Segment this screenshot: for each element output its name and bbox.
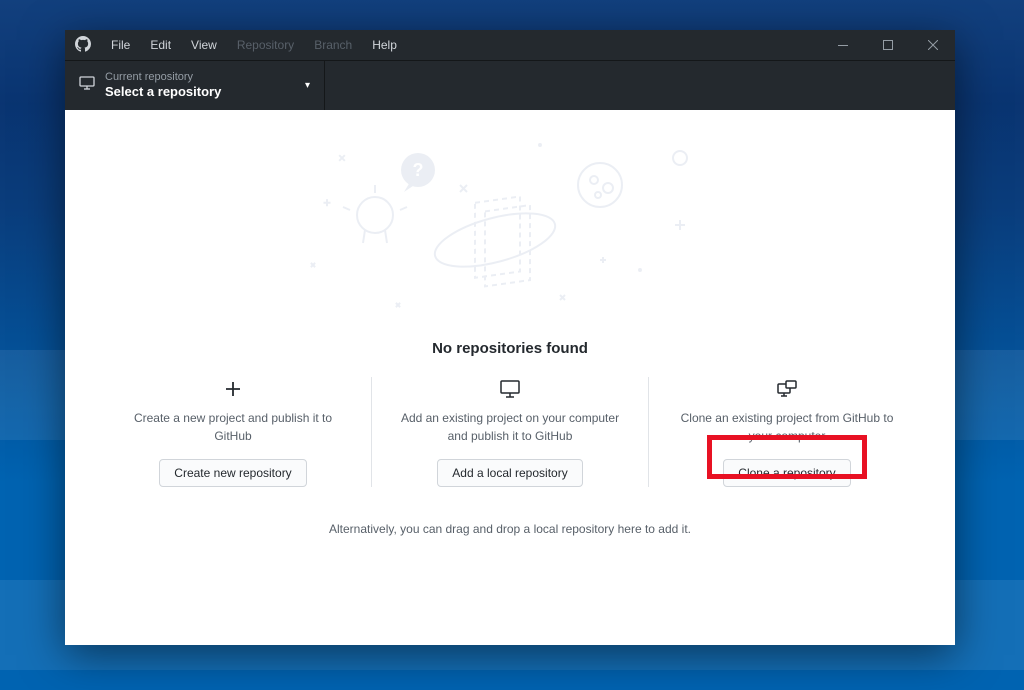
option-clone-desc: Clone an existing project from GitHub to… bbox=[677, 409, 897, 445]
chevron-down-icon: ▾ bbox=[305, 80, 310, 91]
github-desktop-window: File Edit View Repository Branch Help bbox=[65, 30, 955, 645]
svg-text:?: ? bbox=[413, 160, 424, 180]
empty-state-headline: No repositories found bbox=[432, 340, 588, 357]
option-create: Create a new project and publish it to G… bbox=[95, 377, 371, 487]
clone-icon bbox=[777, 377, 797, 401]
create-new-repository-button[interactable]: Create new repository bbox=[159, 459, 306, 487]
maximize-button[interactable] bbox=[865, 30, 910, 60]
options-row: Create a new project and publish it to G… bbox=[65, 377, 955, 487]
content-area: ? bbox=[65, 110, 955, 645]
toolbar: Current repository Select a repository ▾ bbox=[65, 60, 955, 110]
drag-drop-hint: Alternatively, you can drag and drop a l… bbox=[329, 522, 691, 536]
plus-icon bbox=[225, 377, 241, 401]
close-button[interactable] bbox=[910, 30, 955, 60]
desktop-background: File Edit View Repository Branch Help bbox=[0, 0, 1024, 690]
menu-repository: Repository bbox=[229, 38, 302, 52]
add-local-repository-button[interactable]: Add a local repository bbox=[437, 459, 582, 487]
empty-state-illustration: ? bbox=[280, 130, 740, 330]
titlebar: File Edit View Repository Branch Help bbox=[65, 30, 955, 60]
minimize-button[interactable] bbox=[820, 30, 865, 60]
window-controls bbox=[820, 30, 955, 60]
repo-selector-value: Select a repository bbox=[105, 84, 305, 100]
menu-branch: Branch bbox=[306, 38, 360, 52]
github-logo-icon bbox=[75, 36, 91, 55]
repository-selector[interactable]: Current repository Select a repository ▾ bbox=[65, 61, 325, 110]
menu-edit[interactable]: Edit bbox=[142, 38, 179, 52]
menu-file[interactable]: File bbox=[103, 38, 138, 52]
repo-selector-label: Current repository bbox=[105, 71, 305, 84]
menu-help[interactable]: Help bbox=[364, 38, 405, 52]
option-create-desc: Create a new project and publish it to G… bbox=[123, 409, 343, 445]
option-add: Add an existing project on your computer… bbox=[371, 377, 648, 487]
option-clone: Clone an existing project from GitHub to… bbox=[648, 377, 925, 487]
option-add-desc: Add an existing project on your computer… bbox=[400, 409, 620, 445]
menu-view[interactable]: View bbox=[183, 38, 225, 52]
clone-repository-button[interactable]: Clone a repository bbox=[723, 459, 850, 487]
computer-icon bbox=[500, 377, 520, 401]
desktop-icon bbox=[79, 75, 95, 96]
menu-bar: File Edit View Repository Branch Help bbox=[103, 38, 820, 52]
